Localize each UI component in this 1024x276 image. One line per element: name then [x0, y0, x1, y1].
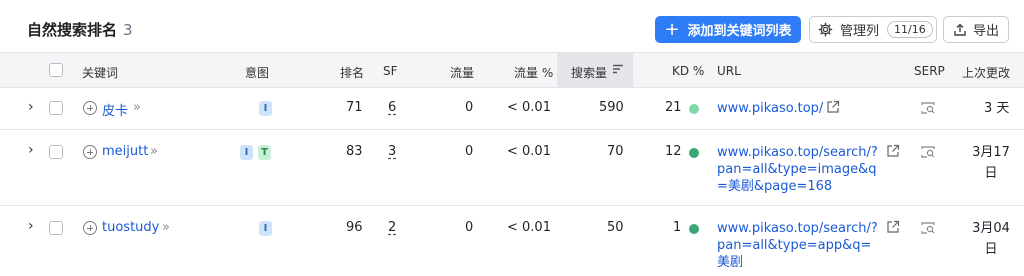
serp-snapshot-icon[interactable]	[920, 145, 936, 163]
updated-date-line2: 日	[984, 242, 998, 257]
col-serp[interactable]: SERP	[914, 64, 945, 78]
keyword-link[interactable]: meijutt	[102, 144, 148, 159]
manage-columns-label: 管理列	[840, 24, 880, 39]
traffic-pct-value: < 0.01	[507, 220, 551, 235]
double-chevron-icon[interactable]: »	[150, 144, 158, 159]
gear-icon	[818, 22, 833, 37]
sf-value[interactable]: 2	[388, 220, 396, 235]
sort-desc-icon	[612, 63, 624, 78]
external-link-icon[interactable]	[886, 220, 900, 238]
kd-medium-dot	[689, 224, 699, 234]
col-traffic[interactable]: 流量	[450, 64, 474, 81]
url-link[interactable]: www.pikaso.top/search/?pan=all&type=app&…	[717, 220, 882, 271]
title-text: 自然搜索排名	[27, 21, 118, 39]
url-link[interactable]: www.pikaso.top/search/?pan=all&type=imag…	[717, 144, 882, 195]
intent-badge: T	[258, 145, 271, 160]
col-traffic-pct[interactable]: 流量 %	[514, 64, 553, 81]
kd-easy-dot	[689, 104, 699, 114]
sf-value[interactable]: 6	[388, 100, 396, 115]
col-keyword[interactable]: 关键词	[82, 64, 118, 81]
col-kd[interactable]: KD %	[672, 64, 704, 78]
updated-date-line1: 3月04	[972, 221, 1010, 236]
sf-value[interactable]: 3	[388, 144, 396, 159]
add-keyword-icon[interactable]	[83, 145, 97, 159]
expand-chevron-icon[interactable]: ›	[28, 218, 34, 234]
intent-badge: I	[240, 145, 253, 160]
kd-value: 12	[665, 144, 682, 159]
columns-count-badge: 11/16	[887, 21, 933, 38]
kd-value: 1	[673, 220, 682, 235]
double-chevron-icon[interactable]: »	[162, 220, 170, 235]
table-header: 关键词 意图 排名 SF 流量 流量 % 搜索量 KD % URL SERP 上…	[0, 52, 1024, 88]
keyword-link[interactable]: 皮卡	[102, 100, 128, 119]
traffic-value: 0	[465, 100, 474, 115]
kd-medium-dot	[689, 148, 699, 158]
traffic-value: 0	[465, 220, 474, 235]
expand-chevron-icon[interactable]: ›	[28, 142, 34, 158]
col-url[interactable]: URL	[717, 64, 741, 78]
updated-value: 3月17 日	[970, 142, 1012, 184]
panel-header: 自然搜索排名 3 + 添加到关键词列表 管理列 11/16 导出	[0, 0, 1024, 52]
updated-date-line2: 日	[984, 166, 998, 181]
intent-badge: I	[259, 101, 272, 116]
col-volume[interactable]: 搜索量	[571, 64, 607, 81]
select-all-checkbox[interactable]	[49, 63, 63, 77]
updated-value: 3 天	[984, 101, 1010, 116]
table-row: › meijutt » I T 83 3 0 < 0.01 70 12 www.…	[0, 130, 1024, 206]
table-row: › 皮卡 » I 71 6 0 < 0.01 590 21 www.pikaso…	[0, 88, 1024, 130]
traffic-value: 0	[465, 144, 474, 159]
serp-snapshot-icon[interactable]	[920, 221, 936, 239]
col-intent[interactable]: 意图	[245, 64, 269, 81]
expand-chevron-icon[interactable]: ›	[28, 99, 34, 115]
kd-value: 21	[665, 100, 682, 115]
upload-icon	[953, 23, 967, 37]
add-keyword-icon[interactable]	[83, 101, 97, 115]
intent-badge: I	[259, 221, 272, 236]
external-link-icon[interactable]	[886, 144, 900, 162]
result-count: 3	[123, 21, 133, 39]
manage-columns-button[interactable]: 管理列 11/16	[809, 16, 937, 43]
rank-value: 71	[346, 100, 363, 115]
rank-value: 96	[346, 220, 363, 235]
row-checkbox[interactable]	[49, 101, 63, 115]
col-sf[interactable]: SF	[383, 64, 398, 78]
col-rank[interactable]: 排名	[340, 64, 364, 81]
rank-value: 83	[346, 144, 363, 159]
volume-value: 70	[607, 144, 624, 159]
export-label: 导出	[972, 24, 999, 39]
add-button-label: 添加到关键词列表	[687, 24, 792, 39]
url-link[interactable]: www.pikaso.top/	[717, 100, 882, 117]
double-chevron-icon[interactable]: »	[133, 100, 141, 115]
add-keyword-icon[interactable]	[83, 221, 97, 235]
plus-icon: +	[664, 18, 680, 40]
page-title: 自然搜索排名 3	[27, 19, 133, 40]
traffic-pct-value: < 0.01	[507, 100, 551, 115]
traffic-pct-value: < 0.01	[507, 144, 551, 159]
volume-value: 590	[599, 100, 624, 115]
export-button[interactable]: 导出	[943, 16, 1009, 43]
volume-value: 50	[607, 220, 624, 235]
col-updated[interactable]: 上次更改	[962, 64, 1010, 81]
row-checkbox[interactable]	[49, 221, 63, 235]
row-checkbox[interactable]	[49, 145, 63, 159]
serp-snapshot-icon[interactable]	[920, 101, 936, 119]
add-to-keyword-list-button[interactable]: + 添加到关键词列表	[655, 16, 801, 43]
updated-date-line1: 3月17	[972, 145, 1010, 160]
table-row: › tuostudy » I 96 2 0 < 0.01 50 1 www.pi…	[0, 206, 1024, 276]
external-link-icon[interactable]	[826, 100, 840, 118]
keyword-link[interactable]: tuostudy	[102, 220, 159, 235]
updated-value: 3月04 日	[970, 218, 1012, 260]
